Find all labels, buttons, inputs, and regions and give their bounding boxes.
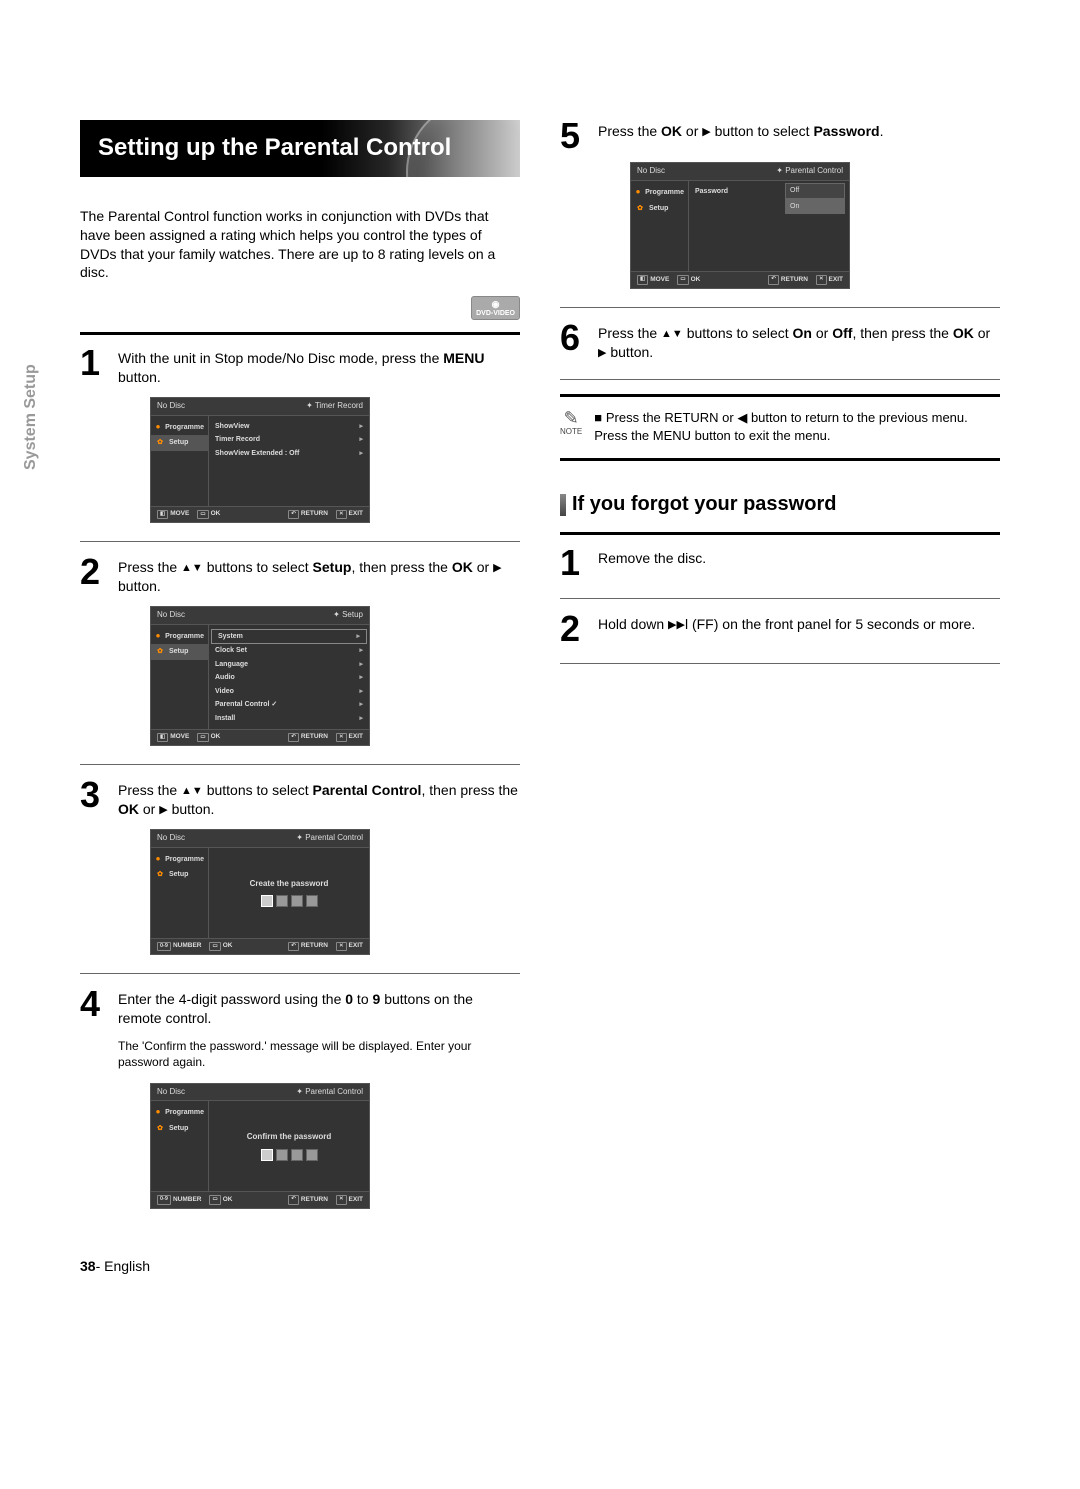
step-number: 4 bbox=[80, 988, 108, 1028]
page-footer: 38- English bbox=[80, 1257, 1000, 1276]
divider bbox=[560, 307, 1000, 308]
step-number: 2 bbox=[560, 613, 588, 645]
osd-screenshot-3: No Disc✦ Parental Control ⏺Programme ✿Se… bbox=[150, 829, 370, 955]
note-text: ■ Press the RETURN or ◀ button to return… bbox=[594, 409, 1000, 444]
osd-screenshot-5: No Disc✦ Parental Control ⏺Programme ✿Se… bbox=[630, 162, 850, 288]
step-3: 3 Press the ▲▼ buttons to select Parenta… bbox=[80, 779, 520, 819]
right-column: 5 Press the OK or ▶ button to select Pas… bbox=[560, 120, 1000, 1217]
step-6: 6 Press the ▲▼ buttons to select On or O… bbox=[560, 322, 1000, 362]
step-number: 3 bbox=[80, 779, 108, 819]
side-tab: System Setup bbox=[20, 364, 42, 470]
intro-text: The Parental Control function works in c… bbox=[80, 207, 520, 283]
divider bbox=[80, 764, 520, 765]
divider bbox=[560, 532, 1000, 535]
step-text: Remove the disc. bbox=[598, 547, 706, 579]
divider bbox=[560, 663, 1000, 664]
step-text: Enter the 4-digit password using the 0 t… bbox=[118, 988, 520, 1028]
osd-main: ShowView▸ Timer Record▸ ShowView Extende… bbox=[209, 416, 369, 506]
step-1: 1 With the unit in Stop mode/No Disc mod… bbox=[80, 347, 520, 387]
divider bbox=[560, 394, 1000, 397]
dvd-video-badge: ◉DVD-VIDEO bbox=[471, 296, 520, 320]
step-5: 5 Press the OK or ▶ button to select Pas… bbox=[560, 120, 1000, 152]
step-text: Press the ▲▼ buttons to select On or Off… bbox=[598, 322, 1000, 362]
divider bbox=[560, 379, 1000, 380]
step-number: 1 bbox=[560, 547, 588, 579]
step-text: Press the ▲▼ buttons to select Setup, th… bbox=[118, 556, 520, 596]
step-4: 4 Enter the 4-digit password using the 0… bbox=[80, 988, 520, 1028]
step-number: 5 bbox=[560, 120, 588, 152]
osd-screenshot-1: No Disc✦ Timer Record ⏺Programme ✿Setup … bbox=[150, 397, 370, 523]
step-text: Press the ▲▼ buttons to select Parental … bbox=[118, 779, 520, 819]
subheading: If you forgot your password bbox=[560, 491, 1000, 518]
divider bbox=[80, 332, 520, 335]
page-title: Setting up the Parental Control bbox=[80, 120, 520, 177]
step-number: 1 bbox=[80, 347, 108, 387]
step-text: With the unit in Stop mode/No Disc mode,… bbox=[118, 347, 520, 387]
divider bbox=[560, 598, 1000, 599]
divider bbox=[560, 458, 1000, 461]
left-column: Setting up the Parental Control The Pare… bbox=[80, 120, 520, 1217]
osd-screenshot-2: No Disc✦ Setup ⏺Programme ✿Setup System▸… bbox=[150, 606, 370, 746]
step-text: Press the OK or ▶ button to select Passw… bbox=[598, 120, 884, 152]
osd-screenshot-4: No Disc✦ Parental Control ⏺Programme ✿Se… bbox=[150, 1083, 370, 1209]
forgot-step-2: 2 Hold down ▶▶l (FF) on the front panel … bbox=[560, 613, 1000, 645]
forgot-step-1: 1 Remove the disc. bbox=[560, 547, 1000, 579]
step-number: 2 bbox=[80, 556, 108, 596]
step-number: 6 bbox=[560, 322, 588, 362]
note-icon: ✎ NOTE bbox=[560, 409, 582, 438]
step-2: 2 Press the ▲▼ buttons to select Setup, … bbox=[80, 556, 520, 596]
divider bbox=[80, 541, 520, 542]
step-text: Hold down ▶▶l (FF) on the front panel fo… bbox=[598, 613, 975, 645]
divider bbox=[80, 973, 520, 974]
step-subnote: The 'Confirm the password.' message will… bbox=[118, 1038, 520, 1070]
note-block: ✎ NOTE ■ Press the RETURN or ◀ button to… bbox=[560, 409, 1000, 444]
